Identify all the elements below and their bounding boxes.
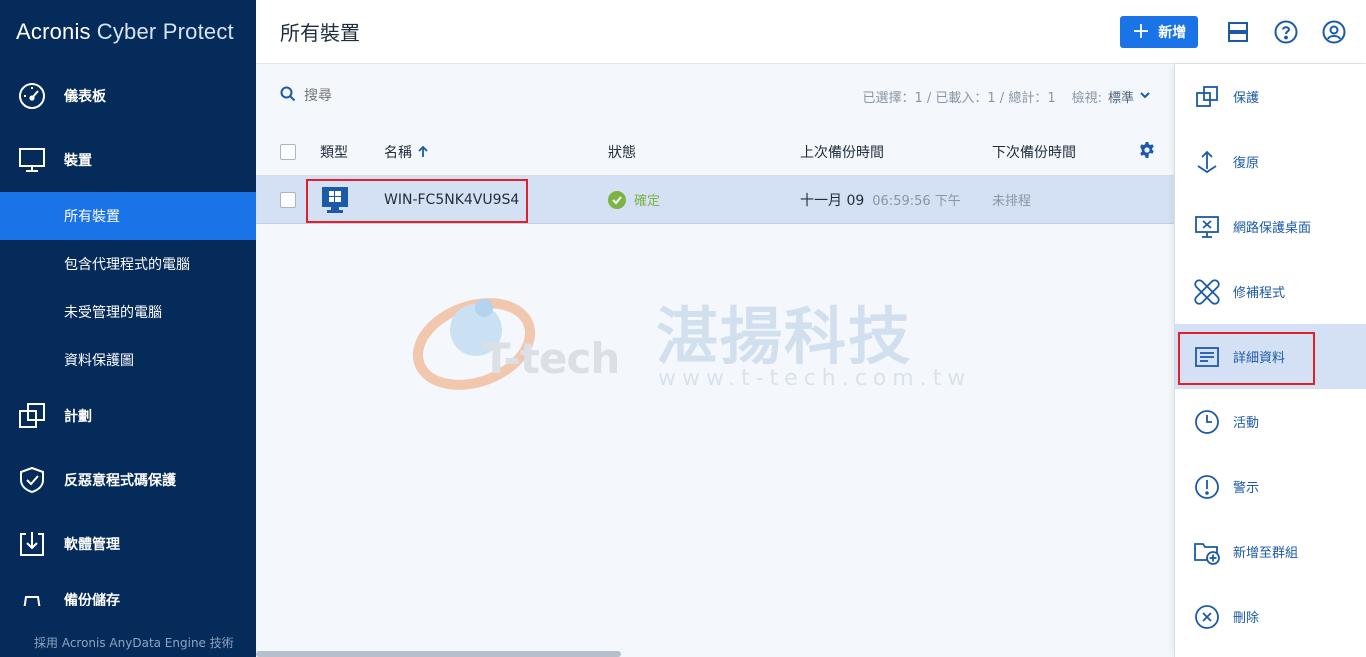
clock-icon (1193, 408, 1221, 436)
sidebar-subitem-machines-with-agents[interactable]: 包含代理程式的電腦 (0, 240, 256, 288)
gear-icon[interactable] (1138, 141, 1156, 163)
sidebar: Acronis Cyber Protect 儀表板 裝置 所有裝置 包含代理程式的… (0, 0, 256, 657)
device-name: WIN-FC5NK4VU9S4 (384, 191, 520, 208)
sidebar-item-label: 軟體管理 (64, 537, 120, 553)
sidebar-item-label: 裝置 (64, 153, 92, 169)
row-checkbox[interactable] (280, 191, 296, 208)
sidebar-footer: 採用 Acronis AnyData Engine 技術 (0, 627, 256, 657)
protect-icon (1193, 83, 1221, 111)
actions-panel: 保護 復原 網路保護桌面 修補程式 詳細資料 活動 警示 新增至群組 刪除 (1174, 64, 1366, 657)
sidebar-item-label: 儀表板 (64, 89, 106, 105)
delete-icon (1193, 603, 1221, 631)
sidebar-item-label: 備份儲存 (64, 593, 120, 606)
table-row[interactable]: WIN-FC5NK4VU9S4 確定 十一月 09 06:59:56 下午 未排程 (256, 176, 1174, 224)
plans-icon (16, 400, 48, 432)
watermark-logo-icon (412, 298, 536, 390)
view-label: 檢視: (1071, 90, 1102, 106)
action-activities[interactable]: 活動 (1175, 389, 1366, 454)
action-add-to-group[interactable]: 新增至群組 (1175, 519, 1366, 584)
table-header: 類型 名稱 狀態 上次備份時間 下次備份時間 (256, 128, 1174, 176)
sidebar-item-plans[interactable]: 計劃 (0, 384, 256, 448)
add-new-button[interactable]: + 新增 (1120, 15, 1198, 48)
shield-check-icon (16, 464, 48, 496)
layout-toggle-icon[interactable] (1222, 16, 1254, 48)
ok-check-icon (608, 190, 626, 209)
page-header: 所有裝置 + 新增 (256, 0, 1366, 64)
main-content: 已選擇：1 / 已載入：1 / 總計：1 檢視: 標準 類型 名稱 狀態 上次備… (256, 64, 1174, 657)
app-logo: Acronis Cyber Protect (16, 19, 234, 44)
sort-ascending-icon (418, 145, 428, 158)
search-icon (280, 86, 296, 106)
view-select[interactable]: 標準 (1108, 87, 1150, 106)
monitor-icon (16, 144, 48, 176)
action-delete[interactable]: 刪除 (1175, 584, 1366, 649)
search-input[interactable] (304, 88, 504, 104)
action-alerts[interactable]: 警示 (1175, 454, 1366, 519)
sidebar-item-devices[interactable]: 裝置 (0, 128, 256, 192)
storage-icon (16, 590, 48, 606)
sidebar-item-software-management[interactable]: 軟體管理 (0, 512, 256, 576)
sidebar-subitem-data-protection-map[interactable]: 資料保護圖 (0, 336, 256, 384)
toolbar: 已選擇：1 / 已載入：1 / 總計：1 檢視: 標準 (256, 64, 1174, 128)
column-header-status[interactable]: 狀態 (608, 142, 636, 162)
action-details[interactable]: 詳細資料 (1175, 324, 1366, 389)
action-recover[interactable]: 復原 (1175, 129, 1366, 194)
recover-icon (1193, 148, 1221, 176)
alert-icon (1193, 473, 1221, 501)
action-protect[interactable]: 保護 (1175, 64, 1366, 129)
column-header-next-backup[interactable]: 下次備份時間 (992, 142, 1076, 162)
sidebar-item-antimalware[interactable]: 反惡意程式碼保護 (0, 448, 256, 512)
sidebar-item-label: 計劃 (64, 409, 92, 425)
dashboard-icon (16, 80, 48, 112)
help-icon[interactable] (1270, 16, 1302, 48)
action-patch[interactable]: 修補程式 (1175, 259, 1366, 324)
sidebar-item-backup-storage[interactable]: 備份儲存 (0, 576, 256, 606)
details-icon (1193, 343, 1221, 371)
selection-counts: 已選擇：1 / 已載入：1 / 總計：1 (862, 90, 1056, 106)
watermark: T-tech 湛揚科技 www.t-tech.com.tw (412, 286, 972, 396)
sidebar-subitem-all-devices[interactable]: 所有裝置 (0, 192, 256, 240)
patch-icon (1193, 278, 1221, 306)
status-badge: 確定 (608, 190, 660, 209)
software-download-icon (16, 528, 48, 560)
sidebar-item-dashboard[interactable]: 儀表板 (0, 64, 256, 128)
column-header-name[interactable]: 名稱 (384, 142, 428, 162)
horizontal-scrollbar[interactable] (256, 651, 621, 657)
page-title: 所有裝置 (280, 21, 360, 45)
column-header-type[interactable]: 類型 (320, 142, 348, 162)
sidebar-subitem-unmanaged-machines[interactable]: 未受管理的電腦 (0, 288, 256, 336)
sidebar-item-label: 反惡意程式碼保護 (64, 473, 176, 489)
last-backup-cell: 十一月 09 06:59:56 下午 (800, 192, 961, 209)
search-box[interactable] (280, 86, 862, 106)
next-backup-cell: 未排程 (992, 194, 1032, 209)
select-all-checkbox[interactable] (280, 143, 296, 160)
windows-machine-icon (320, 185, 350, 215)
add-to-group-icon (1193, 538, 1221, 566)
column-header-last-backup[interactable]: 上次備份時間 (800, 142, 884, 162)
remote-desktop-icon (1193, 213, 1221, 241)
action-remote-desktop[interactable]: 網路保護桌面 (1175, 194, 1366, 259)
plus-icon: + (1131, 18, 1151, 44)
chevron-down-icon (1140, 89, 1150, 104)
user-account-icon[interactable] (1318, 16, 1350, 48)
